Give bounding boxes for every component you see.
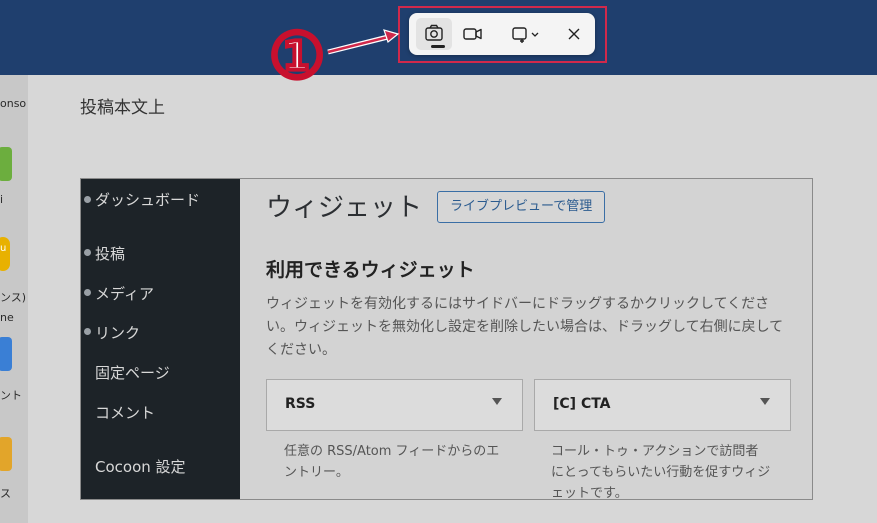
document-page: 投稿本文上 ダッシュボード 投稿 メディア リンク 固定ページ コメント Coc… <box>28 75 877 523</box>
desktop-label: u <box>0 243 7 254</box>
widgets-title: ウィジェット <box>266 193 423 223</box>
menu-dashboard[interactable]: ダッシュボード <box>84 189 201 210</box>
desktop-label: onso <box>0 97 27 110</box>
wp-admin-sidebar: ダッシュボード 投稿 メディア リンク 固定ページ コメント Cocoon 設定 <box>81 179 240 499</box>
menu-cocoon-settings[interactable]: Cocoon 設定 <box>95 456 186 477</box>
menu-comments[interactable]: コメント <box>95 402 155 423</box>
menu-links[interactable]: リンク <box>84 322 141 343</box>
menu-icon <box>84 196 91 203</box>
desktop-label: ス <box>0 487 11 500</box>
widget-card-cta[interactable]: [C] CTA <box>534 379 791 431</box>
desktop-label: ンス) <box>0 291 27 304</box>
available-widgets-title: 利用できるウィジェット <box>266 259 475 281</box>
widget-card-label: [C] CTA <box>553 396 611 412</box>
menu-icon <box>84 289 91 296</box>
menu-label: ダッシュボード <box>95 191 201 209</box>
desktop-icon-strip: onso i u ンス) ne ント ス <box>0 75 28 523</box>
widgets-description: ウィジェットを有効化するにはサイドバーにドラッグするかクリックしてください。ウィ… <box>266 296 784 358</box>
menu-media[interactable]: メディア <box>84 283 154 304</box>
menu-pages[interactable]: 固定ページ <box>95 362 170 383</box>
desktop-label: i <box>0 193 4 206</box>
widget-card-label: RSS <box>285 396 316 412</box>
menu-icon <box>84 249 91 256</box>
desktop-label: ne <box>0 311 14 324</box>
widget-card-rss[interactable]: RSS <box>266 379 523 431</box>
live-preview-button[interactable]: ライブプレビューで管理 <box>437 191 606 223</box>
page-heading: 投稿本文上 <box>80 98 165 118</box>
app-icon[interactable] <box>0 337 12 371</box>
menu-label: Cocoon 設定 <box>95 458 186 476</box>
annotation-number: ① <box>267 19 326 94</box>
menu-label: 固定ページ <box>95 364 170 382</box>
wordpress-screenshot: ダッシュボード 投稿 メディア リンク 固定ページ コメント Cocoon 設定 <box>80 178 813 500</box>
desktop-label: ント <box>0 389 22 402</box>
menu-icon <box>84 328 91 335</box>
highlight-box <box>398 6 607 63</box>
widget-card-desc: 任意の RSS/Atom フィードからのエントリー。 <box>284 444 500 480</box>
menu-posts[interactable]: 投稿 <box>84 243 126 264</box>
chevron-down-icon[interactable] <box>760 398 770 405</box>
menu-label: 投稿 <box>95 245 126 263</box>
menu-label: リンク <box>95 324 141 342</box>
menu-label: コメント <box>95 404 156 422</box>
menu-label: メディア <box>95 285 154 303</box>
chevron-down-icon[interactable] <box>492 398 502 405</box>
app-icon[interactable] <box>0 147 12 181</box>
app-icon[interactable] <box>0 437 12 471</box>
widget-card-desc: コール・トゥ・アクションで訪問者にとってもらいたい行動を促すウィジェットです。 <box>551 444 771 500</box>
annotation-arrow <box>327 29 400 55</box>
wp-main-content: ウィジェット ライブプレビューで管理 利用できるウィジェット ウィジェットを有効… <box>240 179 812 499</box>
